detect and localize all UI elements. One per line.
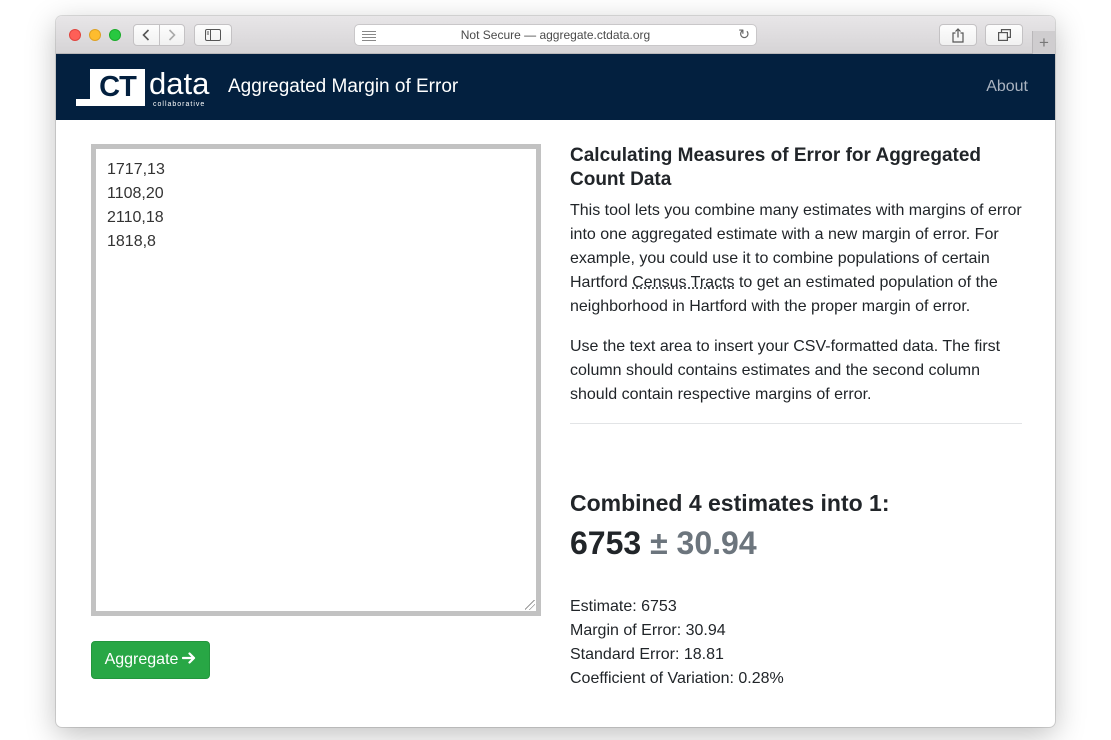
close-window-button[interactable]	[69, 29, 81, 41]
about-link[interactable]: About	[986, 78, 1028, 96]
result-estimate: 6753	[570, 525, 642, 561]
result-moe: ± 30.94	[650, 525, 757, 561]
site-title[interactable]: Aggregated Margin of Error	[228, 76, 458, 98]
minimize-window-button[interactable]	[89, 29, 101, 41]
census-tracts-abbr[interactable]: Census Tracts	[632, 274, 734, 291]
csv-input[interactable]	[91, 144, 541, 616]
url-text: Not Secure — aggregate.ctdata.org	[460, 28, 651, 42]
sidebar-icon[interactable]	[194, 24, 232, 46]
reader-icon[interactable]	[362, 29, 376, 41]
zoom-window-button[interactable]	[109, 29, 121, 41]
new-tab-button[interactable]: +	[1032, 31, 1055, 54]
browser-window: Not Secure — aggregate.ctdata.org ↻ + CT…	[56, 16, 1055, 727]
ctdata-logo[interactable]: CT data collaborative	[76, 66, 212, 108]
logo-sub: collaborative	[153, 101, 206, 108]
stat-margin-of-error: Margin of Error: 30.94	[570, 622, 726, 639]
stat-estimate: Estimate: 6753	[570, 598, 677, 615]
result-stats: Estimate: 6753 Margin of Error: 30.94 St…	[570, 595, 784, 691]
info-paragraph-1: This tool lets you combine many estimate…	[570, 199, 1022, 319]
tabs-icon[interactable]	[985, 24, 1023, 46]
reload-icon[interactable]: ↻	[738, 26, 750, 43]
history-nav	[133, 24, 185, 46]
address-bar[interactable]: Not Secure — aggregate.ctdata.org ↻	[354, 24, 757, 46]
share-icon[interactable]	[939, 24, 977, 46]
logo-ct: CT	[90, 69, 145, 106]
stat-standard-error: Standard Error: 18.81	[570, 646, 724, 663]
aggregate-label: Aggregate	[104, 651, 179, 668]
resize-handle[interactable]	[525, 600, 535, 610]
stat-cv: Coefficient of Variation: 0.28%	[570, 670, 784, 687]
chevron-right-icon[interactable]	[158, 25, 184, 45]
info-panel: Calculating Measures of Error for Aggreg…	[570, 144, 1022, 424]
logo-data: data	[149, 66, 210, 101]
browser-toolbar: Not Secure — aggregate.ctdata.org ↻ +	[56, 16, 1055, 54]
arrow-right-icon	[182, 651, 196, 670]
combined-heading: Combined 4 estimates into 1:	[570, 490, 890, 516]
info-paragraph-2: Use the text area to insert your CSV-for…	[570, 338, 1001, 403]
info-heading: Calculating Measures of Error for Aggreg…	[570, 145, 982, 190]
logo-bar	[76, 99, 90, 106]
chevron-left-icon[interactable]	[134, 25, 159, 45]
result-summary: 6753 ± 30.94	[570, 525, 757, 562]
aggregate-button[interactable]: Aggregate	[91, 641, 210, 679]
site-navbar: CT data collaborative Aggregated Margin …	[56, 54, 1055, 120]
divider	[570, 423, 1022, 424]
